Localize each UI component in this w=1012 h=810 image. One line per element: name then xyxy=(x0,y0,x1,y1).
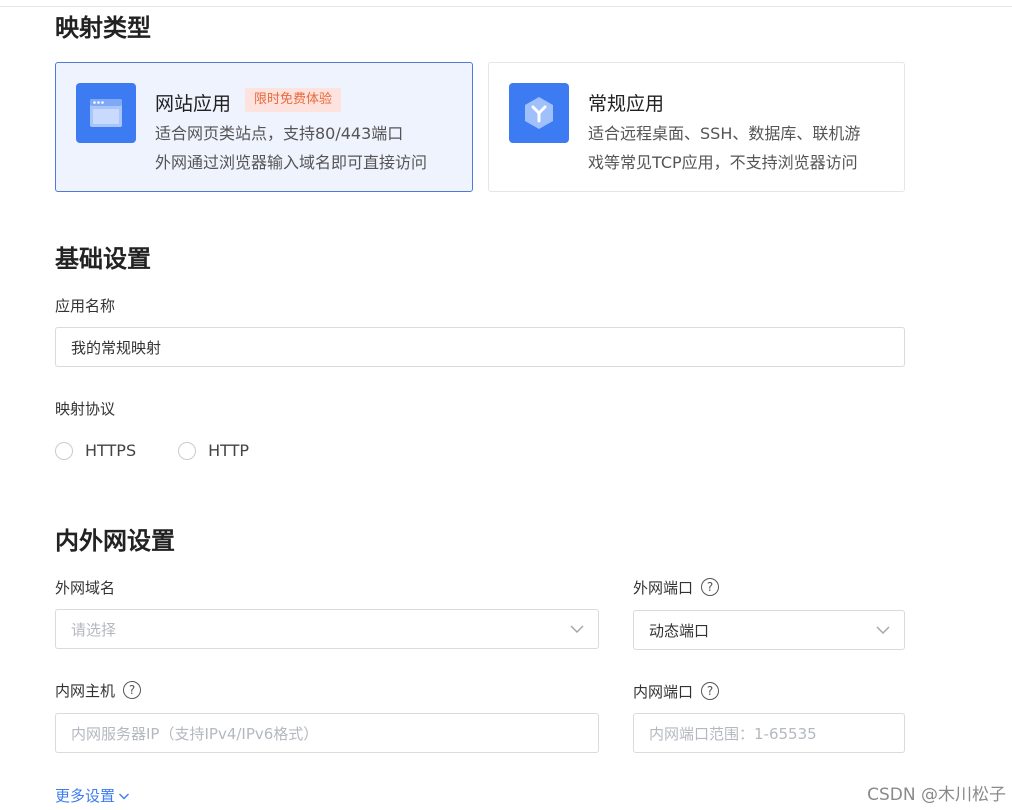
internal-port-placeholder: 内网端口范围：1-65535 xyxy=(649,724,817,743)
card-description: 适合网页类站点，支持80/443端口 外网通过浏览器输入域名即可直接访问 xyxy=(155,119,465,177)
card-title: 网站应用 xyxy=(155,93,232,115)
card-description: 适合远程桌面、SSH、数据库、联机游 戏等常见TCP应用，不支持浏览器访问 xyxy=(588,119,898,177)
top-divider xyxy=(0,6,1012,7)
more-settings-label: 更多设置 xyxy=(55,787,116,805)
card-website-app[interactable]: 网站应用 限时免费体验 适合网页类站点，支持80/443端口 外网通过浏览器输入… xyxy=(55,62,473,192)
page: 映射类型 网站应用 限时免费体验 适合网页类站点，支持80/443端口 外网通过… xyxy=(0,0,1012,810)
internal-host-input[interactable]: 内网服务器IP（支持IPv4/IPv6格式） xyxy=(55,713,599,753)
section-title-mapping-type: 映射类型 xyxy=(55,14,151,42)
radio-https-label[interactable]: HTTPS xyxy=(85,441,136,460)
internal-host-placeholder: 内网服务器IP（支持IPv4/IPv6格式） xyxy=(71,724,319,743)
app-name-input[interactable]: 我的常规映射 xyxy=(55,327,905,367)
app-name-label: 应用名称 xyxy=(55,297,116,315)
internal-host-label-text: 内网主机 xyxy=(55,682,116,700)
radio-http-label[interactable]: HTTP xyxy=(208,441,249,460)
external-domain-placeholder: 请选择 xyxy=(71,620,117,639)
internal-port-label-text: 内网端口 xyxy=(633,683,694,701)
chevron-down-icon xyxy=(876,626,890,634)
external-port-label-text: 外网端口 xyxy=(633,579,694,597)
watermark: CSDN @木川松子 xyxy=(867,785,1006,805)
help-icon[interactable]: ? xyxy=(701,577,720,596)
radio-http[interactable] xyxy=(178,441,197,460)
card-desc-line2: 外网通过浏览器输入域名即可直接访问 xyxy=(155,153,428,172)
external-port-label: 外网端口? xyxy=(633,577,720,598)
card-desc-line2: 戏等常见TCP应用，不支持浏览器访问 xyxy=(588,153,858,172)
chevron-down-icon xyxy=(570,625,584,633)
internal-port-label: 内网端口? xyxy=(633,681,720,702)
more-settings-link[interactable]: 更多设置 xyxy=(55,785,130,806)
card-general-app[interactable]: 常规应用 适合远程桌面、SSH、数据库、联机游 戏等常见TCP应用，不支持浏览器… xyxy=(488,62,905,192)
card-desc-line1: 适合远程桌面、SSH、数据库、联机游 xyxy=(588,124,861,143)
chevron-down-icon xyxy=(119,793,130,799)
protocol-radio-group: HTTPS HTTP xyxy=(55,441,291,460)
card-title: 常规应用 xyxy=(588,93,665,115)
external-domain-label: 外网域名 xyxy=(55,579,116,597)
help-icon[interactable]: ? xyxy=(123,680,142,699)
external-port-select[interactable]: 动态端口 xyxy=(633,610,905,650)
internal-host-label: 内网主机? xyxy=(55,680,142,701)
external-port-value: 动态端口 xyxy=(649,621,710,640)
external-domain-select[interactable]: 请选择 xyxy=(55,609,599,649)
internal-port-input[interactable]: 内网端口范围：1-65535 xyxy=(633,713,905,753)
protocol-label: 映射协议 xyxy=(55,400,116,418)
hexagon-y-icon xyxy=(509,83,569,143)
free-trial-badge: 限时免费体验 xyxy=(245,88,342,112)
browser-window-icon xyxy=(76,83,136,143)
section-title-network: 内外网设置 xyxy=(55,527,175,555)
radio-https[interactable] xyxy=(55,441,73,460)
section-title-basic: 基础设置 xyxy=(55,245,151,273)
card-desc-line1: 适合网页类站点，支持80/443端口 xyxy=(155,124,404,143)
help-icon[interactable]: ? xyxy=(701,681,720,700)
app-name-value: 我的常规映射 xyxy=(71,338,162,357)
